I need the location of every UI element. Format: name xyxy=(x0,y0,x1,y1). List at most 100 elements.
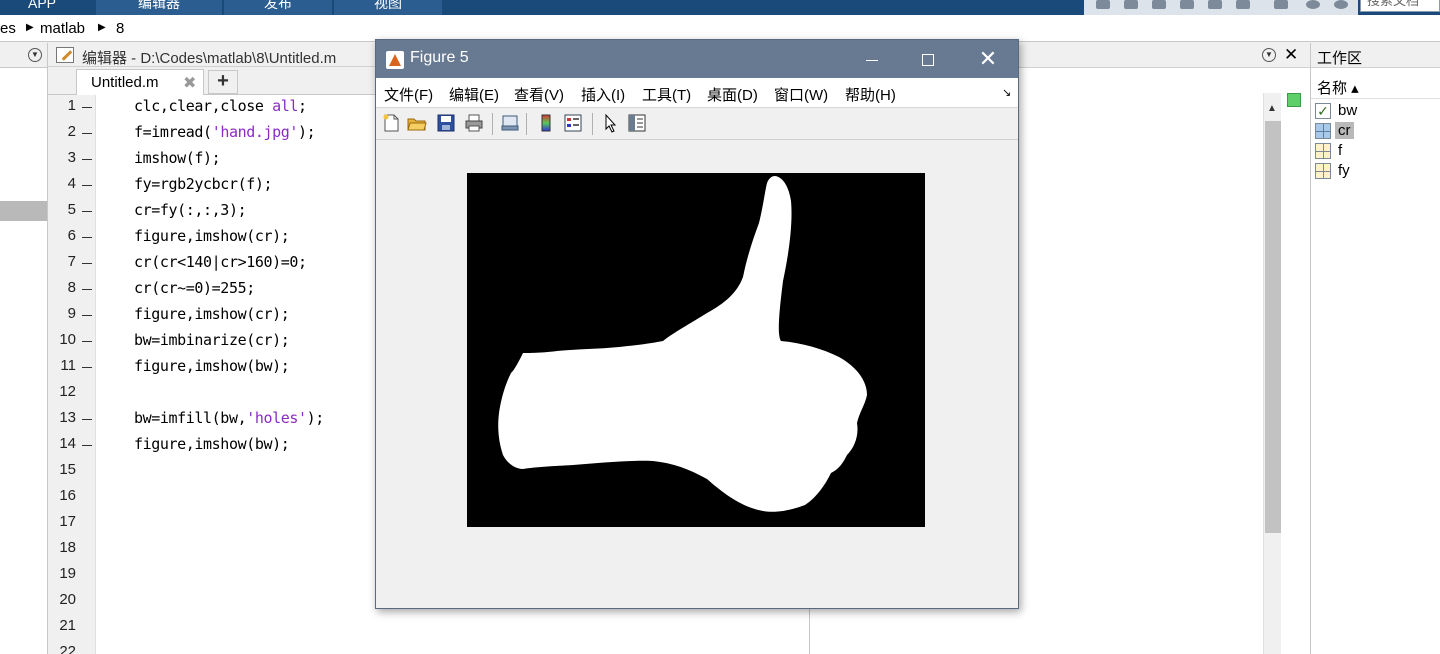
tab-publish[interactable]: 发布 xyxy=(224,0,332,15)
workspace-variable-bw[interactable]: ✓ bw xyxy=(1311,101,1440,121)
new-figure-icon[interactable] xyxy=(381,113,401,133)
code-line[interactable]: cr=fy(:,:,3); xyxy=(134,201,247,219)
editor-title: 编辑器 - D:\Codes\matlab\8\Untitled.m xyxy=(82,50,337,67)
code-line[interactable]: figure,imshow(bw); xyxy=(134,435,290,453)
workspace-variable-cr[interactable]: cr xyxy=(1311,121,1440,141)
workspace-variable-fy[interactable]: fy xyxy=(1311,161,1440,181)
switch-window-icon[interactable] xyxy=(1274,0,1288,9)
breakpoint-dash[interactable] xyxy=(82,263,92,264)
line-number: 15 xyxy=(59,461,76,478)
copy-icon[interactable] xyxy=(1152,0,1166,9)
property-inspector-icon[interactable] xyxy=(627,113,647,133)
line-number: 16 xyxy=(59,487,76,504)
redo-icon[interactable] xyxy=(1236,0,1250,9)
menu-view[interactable]: 查看(V) xyxy=(514,84,564,105)
folder-selected-item[interactable] xyxy=(0,201,47,221)
code-line[interactable]: figure,imshow(cr); xyxy=(134,227,290,245)
variable-name: fy xyxy=(1338,162,1350,179)
code-line[interactable]: bw=imbinarize(cr); xyxy=(134,331,290,349)
breakpoint-dash[interactable] xyxy=(82,419,92,420)
breadcrumb-item[interactable]: es xyxy=(0,20,16,37)
code-line[interactable]: clc,clear,close all; xyxy=(134,97,307,115)
breakpoint-dash[interactable] xyxy=(82,315,92,316)
breakpoint-dash[interactable] xyxy=(82,341,92,342)
edit-plot-arrow-icon[interactable] xyxy=(600,113,620,133)
code-text: clc,clear,close xyxy=(134,97,273,115)
scrollbar-thumb[interactable] xyxy=(1265,121,1281,533)
menu-desktop[interactable]: 桌面(D) xyxy=(707,84,758,105)
workspace-title: 工作区 xyxy=(1317,50,1363,67)
undo-icon[interactable] xyxy=(1208,0,1222,9)
tab-app[interactable]: APP xyxy=(0,0,84,15)
breakpoint-dash[interactable] xyxy=(82,289,92,290)
breakpoint-dash[interactable] xyxy=(82,445,92,446)
breakpoint-dash[interactable] xyxy=(82,107,92,108)
figure-title: Figure 5 xyxy=(410,49,469,66)
save-figure-icon[interactable] xyxy=(436,113,456,133)
code-text: bw=imfill(bw, xyxy=(134,409,247,427)
menu-insert[interactable]: 插入(I) xyxy=(581,84,625,105)
menu-tools[interactable]: 工具(T) xyxy=(642,84,691,105)
breadcrumb-item[interactable]: 8 xyxy=(116,20,124,37)
menu-help[interactable]: 帮助(H) xyxy=(845,84,896,105)
breakpoint-dash[interactable] xyxy=(82,133,92,134)
line-number: 13 xyxy=(59,409,76,426)
figure-titlebar[interactable]: Figure 5 ✕ xyxy=(376,40,1018,78)
figure-axes-image[interactable] xyxy=(467,173,925,527)
code-line[interactable]: bw=imfill(bw,'holes'); xyxy=(134,409,324,427)
tab-untitled-m[interactable]: Untitled.m ✖ xyxy=(76,69,204,95)
code-line[interactable]: cr(cr~=0)=255; xyxy=(134,279,255,297)
line-number: 20 xyxy=(59,591,76,608)
close-tab-icon[interactable]: ✖ xyxy=(183,73,196,93)
code-line[interactable]: imshow(f); xyxy=(134,149,221,167)
breakpoint-dash[interactable] xyxy=(82,367,92,368)
workspace-name-column[interactable]: 名称 ▴ xyxy=(1311,71,1440,99)
editor-scrollbar[interactable]: ▲ xyxy=(1263,93,1281,654)
breakpoint-dash[interactable] xyxy=(82,237,92,238)
code-text: cr=fy(:,:,3); xyxy=(134,201,247,219)
menu-edit[interactable]: 编辑(E) xyxy=(449,84,499,105)
code-analyzer-status-icon[interactable] xyxy=(1287,93,1301,107)
link-plot-icon[interactable] xyxy=(500,113,520,133)
colorbar-icon[interactable] xyxy=(536,113,556,133)
menu-window[interactable]: 窗口(W) xyxy=(774,84,828,105)
panel-menu-icon[interactable]: ▼ xyxy=(1262,48,1276,62)
tab-editor[interactable]: 编辑器 xyxy=(96,0,222,15)
tab-view[interactable]: 视图 xyxy=(334,0,442,15)
maximize-button[interactable] xyxy=(900,40,956,78)
code-line[interactable]: fy=rgb2ycbcr(f); xyxy=(134,175,272,193)
toolbar-separator xyxy=(526,113,527,135)
legend-icon[interactable] xyxy=(563,113,583,133)
breadcrumb-item[interactable]: matlab xyxy=(40,20,85,37)
minimize-button[interactable] xyxy=(844,40,900,78)
address-bar[interactable]: es ▶ matlab ▶ 8 xyxy=(0,15,1440,42)
save-icon[interactable] xyxy=(1096,0,1110,9)
panel-menu-icon[interactable]: ▼ xyxy=(28,48,42,62)
line-number: 22 xyxy=(59,643,76,654)
close-button[interactable]: ✕ xyxy=(960,40,1016,78)
close-panel-icon[interactable]: ✕ xyxy=(1284,45,1298,65)
workspace-variable-f[interactable]: f xyxy=(1311,141,1440,161)
menu-file[interactable]: 文件(F) xyxy=(384,84,433,105)
code-line[interactable]: figure,imshow(bw); xyxy=(134,357,290,375)
code-line[interactable]: figure,imshow(cr); xyxy=(134,305,290,323)
paste-icon[interactable] xyxy=(1180,0,1194,9)
print-figure-icon[interactable] xyxy=(464,113,484,133)
code-line[interactable]: f=imread('hand.jpg'); xyxy=(134,123,316,141)
breakpoint-dash[interactable] xyxy=(82,211,92,212)
add-tab-button[interactable]: + xyxy=(208,70,238,94)
expand-icon[interactable] xyxy=(1334,0,1348,9)
scroll-up-icon[interactable]: ▲ xyxy=(1267,103,1277,114)
open-file-icon[interactable] xyxy=(407,113,427,133)
help-icon[interactable] xyxy=(1306,0,1320,9)
search-documentation-input[interactable]: 搜索文档 xyxy=(1360,0,1440,12)
breakpoint-dash[interactable] xyxy=(82,159,92,160)
quick-access-toolbar xyxy=(1084,0,1358,15)
editor-pencil-icon xyxy=(56,47,74,63)
cut-icon[interactable] xyxy=(1124,0,1138,9)
code-text: figure,imshow(cr); xyxy=(134,305,290,323)
code-line[interactable]: cr(cr<140|cr>160)=0; xyxy=(134,253,307,271)
breakpoint-dash[interactable] xyxy=(82,185,92,186)
figure-window[interactable]: Figure 5 ✕ 文件(F) 编辑(E) 查看(V) 插入(I) 工具(T)… xyxy=(375,39,1019,609)
dock-arrow-icon[interactable]: ↘ xyxy=(1002,86,1011,99)
